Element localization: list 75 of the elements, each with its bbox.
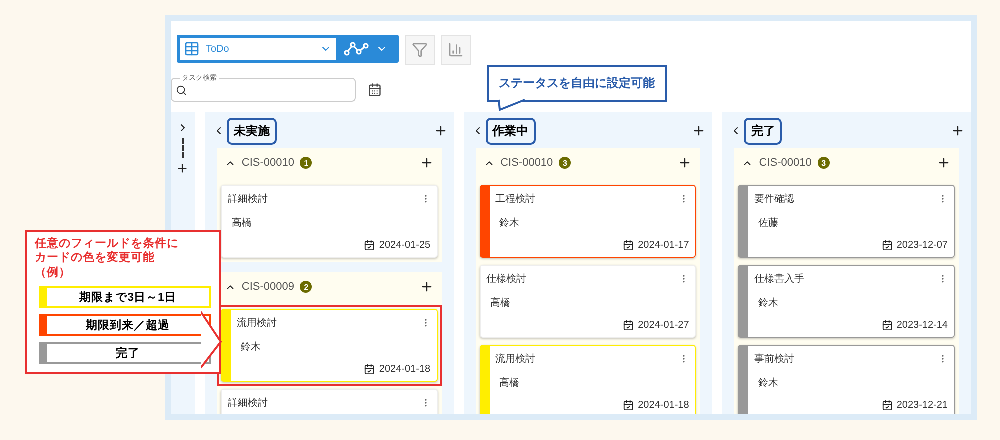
plus-icon[interactable] bbox=[950, 124, 965, 138]
plus-icon[interactable] bbox=[420, 280, 434, 294]
assignee: 鈴木 bbox=[498, 216, 521, 230]
calendar-icon bbox=[882, 400, 893, 411]
task-card[interactable]: 要件確認 佐藤 2023-12-07 bbox=[738, 185, 955, 258]
assignee: 高橋 bbox=[498, 376, 521, 390]
task-title: 仕様書入手 bbox=[754, 272, 804, 286]
plus-icon[interactable] bbox=[936, 156, 951, 170]
lane-title: CIS-00010 bbox=[242, 157, 294, 169]
lane-title: CIS-00009 bbox=[242, 281, 294, 293]
count-badge: 2 bbox=[300, 281, 312, 293]
filter-icon bbox=[412, 42, 428, 58]
status-title: 未実施 bbox=[226, 118, 277, 144]
calendar-icon bbox=[364, 364, 376, 375]
task-card[interactable]: 詳細検討 高橋 2024-01-25 bbox=[220, 185, 438, 258]
search-icon bbox=[176, 84, 187, 96]
calendar-icon bbox=[364, 240, 376, 251]
task-title: 要件確認 bbox=[754, 192, 794, 206]
status-title: 完了 bbox=[744, 118, 782, 144]
filter-button[interactable] bbox=[405, 35, 435, 65]
plus-icon[interactable] bbox=[420, 156, 434, 170]
legend-item: 期限まで3日～1日 bbox=[39, 286, 211, 308]
calendar-icon bbox=[623, 320, 634, 331]
due-date: 2024-01-18 bbox=[638, 400, 690, 411]
status-title: 作業中 bbox=[486, 118, 536, 144]
task-card[interactable]: 仕様書入手 鈴木 2023-12-14 bbox=[738, 265, 955, 338]
task-title: 仕様検討 bbox=[486, 272, 527, 286]
task-card[interactable]: 詳細検討 bbox=[220, 389, 438, 414]
callout-pointer bbox=[497, 99, 527, 111]
due-date: 2023-12-14 bbox=[896, 320, 948, 331]
due-date: 2023-12-07 bbox=[896, 240, 948, 251]
task-title: 事前検討 bbox=[754, 352, 794, 366]
assignee: 佐藤 bbox=[757, 216, 780, 230]
assignee: 鈴木 bbox=[757, 376, 780, 390]
calendar-icon[interactable] bbox=[368, 83, 382, 97]
due-date: 2024-01-17 bbox=[638, 240, 690, 251]
task-card[interactable]: 流用検討 鈴木 2024-01-18 bbox=[216, 305, 442, 386]
plus-icon[interactable] bbox=[176, 162, 190, 175]
task-title: 工程検討 bbox=[496, 192, 536, 206]
task-title: 詳細検討 bbox=[228, 396, 268, 410]
lane-title: CIS-00010 bbox=[500, 157, 554, 169]
assignee: 鈴木 bbox=[240, 340, 262, 354]
task-card[interactable]: 事前検討 鈴木 2023-12-21 bbox=[738, 345, 955, 414]
due-date: 2024-01-27 bbox=[638, 320, 690, 331]
calendar-icon bbox=[623, 240, 634, 251]
plus-icon[interactable] bbox=[692, 124, 706, 138]
task-title: 詳細検討 bbox=[228, 192, 268, 206]
plus-icon[interactable] bbox=[434, 124, 448, 138]
assignee: 高橋 bbox=[490, 296, 512, 310]
calendar-icon bbox=[623, 400, 634, 411]
due-date: 2024-01-18 bbox=[379, 364, 431, 375]
line-chart-icon bbox=[344, 41, 370, 57]
table-icon bbox=[184, 41, 200, 57]
due-date: 2023-12-21 bbox=[896, 400, 948, 411]
callout-text: （例） bbox=[35, 266, 71, 280]
task-card[interactable]: 流用検討 高橋 2024-01-18 bbox=[480, 345, 696, 414]
assignee: 鈴木 bbox=[757, 296, 780, 310]
plus-icon[interactable] bbox=[678, 156, 692, 170]
calendar-icon bbox=[882, 240, 893, 251]
task-title: 流用検討 bbox=[236, 316, 277, 330]
callout-text: 任意のフィールドを条件に bbox=[35, 237, 179, 251]
calendar-icon bbox=[882, 320, 893, 331]
count-badge: 3 bbox=[559, 157, 572, 169]
task-card[interactable]: 工程検討 鈴木 2024-01-17 bbox=[480, 185, 696, 258]
due-date: 2024-01-25 bbox=[379, 240, 431, 251]
chart-button[interactable] bbox=[441, 35, 471, 65]
count-badge: 1 bbox=[300, 157, 312, 169]
task-title: 流用検討 bbox=[496, 352, 536, 366]
lane-title: CIS-00010 bbox=[759, 157, 812, 169]
task-card[interactable]: 仕様検討 高橋 2024-01-27 bbox=[480, 265, 696, 338]
callout-text: カードの色を変更可能 bbox=[35, 251, 155, 266]
assignee: 高橋 bbox=[230, 216, 253, 230]
count-badge: 3 bbox=[818, 157, 830, 169]
bar-chart-icon bbox=[448, 42, 464, 58]
view-select[interactable]: ToDo bbox=[180, 38, 336, 60]
